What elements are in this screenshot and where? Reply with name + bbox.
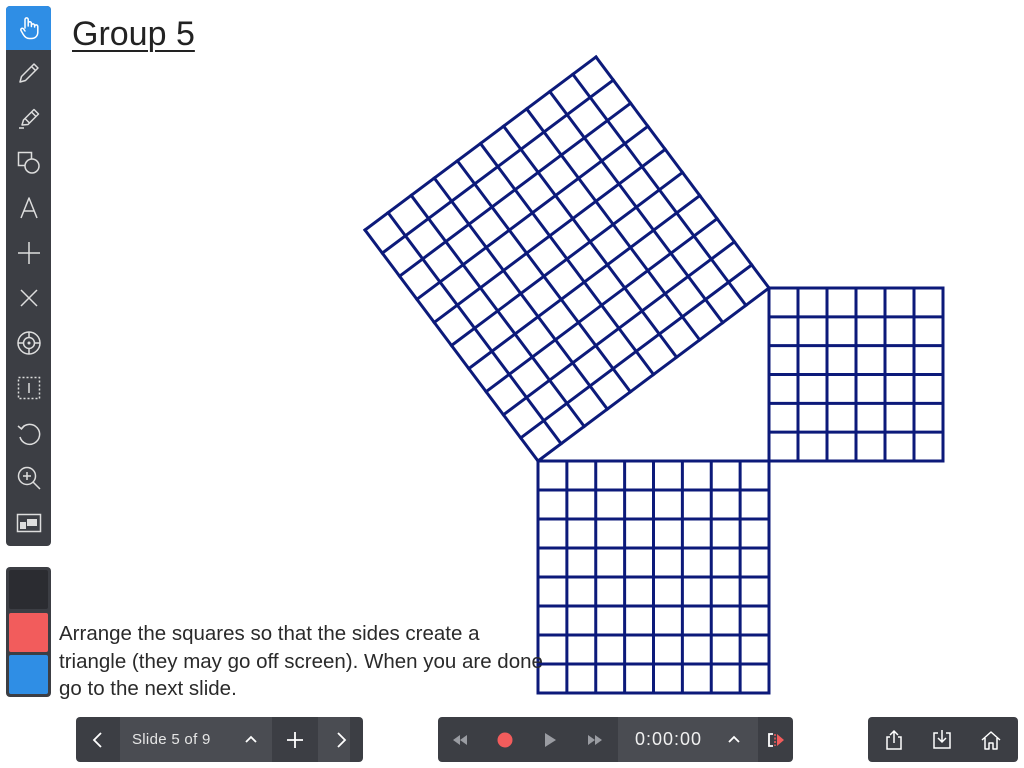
record-button[interactable] — [483, 717, 527, 762]
plus-icon — [287, 731, 303, 748]
rewind-icon — [453, 734, 467, 745]
drawing-canvas[interactable] — [0, 0, 1024, 710]
actions-bar — [868, 717, 1018, 762]
share-button[interactable] — [871, 717, 917, 762]
small-grid-square[interactable] — [767, 286, 945, 463]
chevron-up-icon — [245, 735, 257, 743]
chevron-up-icon — [728, 735, 740, 743]
slide-navigation-bar: Slide 5 of 9 — [76, 717, 363, 762]
chevron-right-icon — [336, 731, 346, 748]
trim-icon — [767, 732, 784, 747]
home-button[interactable] — [968, 717, 1014, 762]
rewind-button[interactable] — [438, 717, 482, 762]
large-grid-square[interactable] — [362, 54, 772, 464]
recording-time: 0:00:00 — [635, 729, 703, 749]
instructions-text: Arrange the squares so that the sides cr… — [59, 622, 543, 700]
medium-grid-square[interactable] — [536, 459, 771, 695]
trim-button[interactable] — [756, 717, 793, 762]
fast-forward-button[interactable] — [573, 717, 617, 762]
save-button[interactable] — [919, 717, 965, 762]
chevron-left-icon — [92, 731, 102, 748]
play-icon — [545, 732, 556, 747]
fast-forward-icon — [588, 734, 602, 745]
next-slide-button[interactable] — [318, 717, 363, 762]
home-icon — [981, 730, 1001, 750]
timer-expand-button[interactable] — [714, 717, 754, 762]
prev-slide-button[interactable] — [76, 717, 120, 762]
slide-counter: Slide 5 of 9 — [132, 731, 211, 748]
share-icon — [886, 729, 902, 750]
play-button[interactable] — [528, 717, 572, 762]
add-slide-button[interactable] — [272, 717, 318, 762]
recorder-bar: 0:00:00 — [438, 717, 793, 762]
record-icon — [497, 732, 513, 747]
slide-list-toggle[interactable] — [232, 717, 270, 762]
save-icon — [933, 729, 951, 749]
